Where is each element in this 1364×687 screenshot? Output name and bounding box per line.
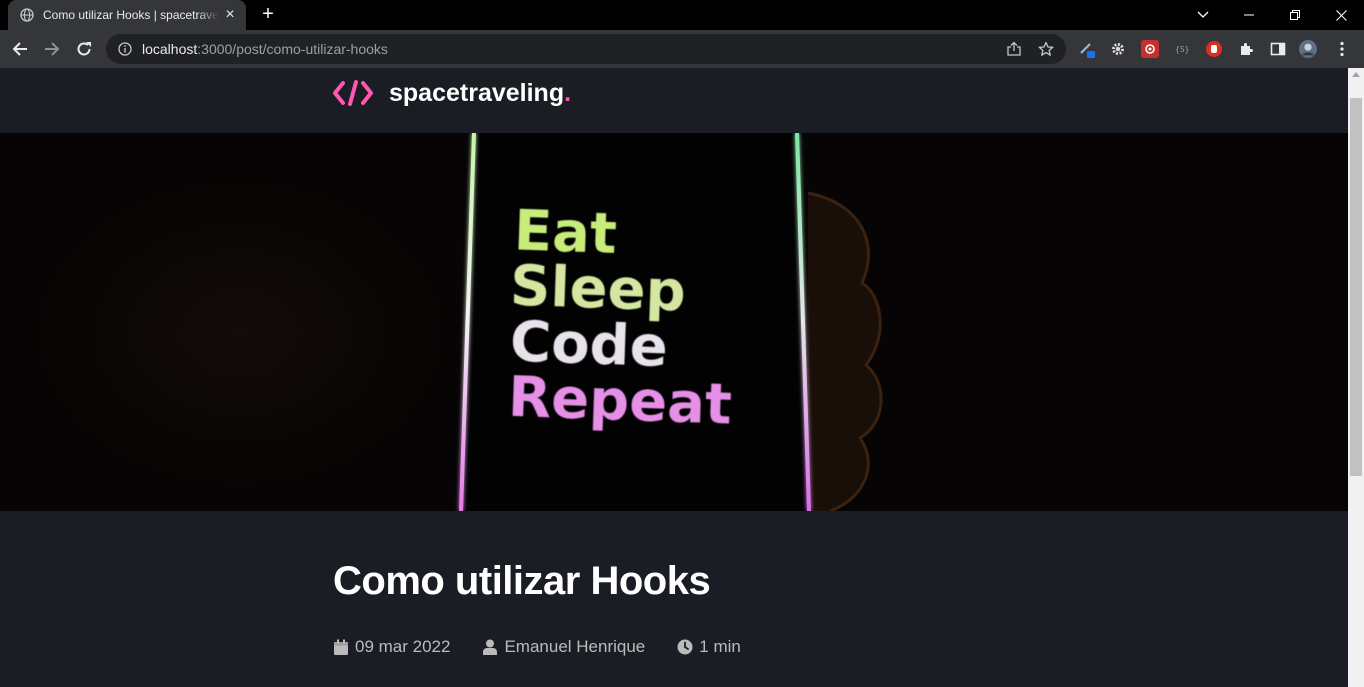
extension-gear-icon[interactable]: [1109, 40, 1127, 58]
post-date: 09 mar 2022: [333, 637, 450, 657]
url-host: localhost: [142, 41, 198, 57]
reload-icon[interactable]: [72, 37, 96, 61]
site-logo[interactable]: spacetraveling.: [333, 78, 572, 107]
extension-red-icon[interactable]: [1141, 40, 1159, 58]
forward-arrow-icon[interactable]: [40, 37, 64, 61]
post-content: Como utilizar Hooks 09 mar 2022 Emanuel …: [333, 557, 1033, 656]
restore-icon[interactable]: [1272, 0, 1318, 30]
minimize-icon[interactable]: [1226, 0, 1272, 30]
browser-toolbar: localhost:3000/post/como-utilizar-hooks …: [0, 30, 1364, 68]
calendar-icon: [333, 639, 349, 655]
post-banner-image: Eat Sleep Code Repeat: [0, 133, 1348, 511]
page-scrollbar[interactable]: [1348, 68, 1364, 687]
post-reading-time-text: 1 min: [699, 637, 741, 656]
phone-illustration: Eat Sleep Code Repeat: [459, 133, 883, 511]
post-title: Como utilizar Hooks: [333, 559, 711, 603]
tab-search-icon[interactable]: [1180, 0, 1226, 30]
svg-text:{S}: {S}: [1175, 45, 1189, 54]
url-path: :3000/post/como-utilizar-hooks: [197, 41, 388, 57]
logo-text: spacetraveling: [389, 78, 565, 107]
bookmark-star-icon[interactable]: [1038, 41, 1054, 57]
user-icon: [482, 639, 498, 655]
profile-avatar-icon[interactable]: [1299, 40, 1317, 58]
new-tab-button[interactable]: +: [258, 4, 278, 24]
scrollbar-thumb[interactable]: [1350, 98, 1362, 476]
share-icon[interactable]: [1006, 41, 1022, 57]
close-window-icon[interactable]: [1318, 0, 1364, 30]
post-meta: 09 mar 2022 Emanuel Henrique 1 min: [333, 637, 773, 657]
browser-menu-icon[interactable]: [1333, 40, 1351, 58]
site-header: spacetraveling.: [0, 68, 1348, 133]
site-info-icon[interactable]: [118, 42, 132, 56]
page-viewport: spacetraveling. Eat Sleep Code Repeat Co…: [0, 68, 1348, 687]
side-panel-icon[interactable]: [1269, 40, 1287, 58]
banner-text-line-4: Repeat: [507, 365, 733, 438]
logo-dot: .: [564, 78, 572, 107]
code-brackets-icon: [333, 80, 373, 106]
globe-icon: [20, 8, 34, 22]
browser-tab[interactable]: Como utilizar Hooks | spacetraveling ×: [8, 0, 246, 30]
post-author-text: Emanuel Henrique: [504, 637, 646, 656]
extension-json-icon[interactable]: {S}: [1173, 40, 1191, 58]
tab-title: Como utilizar Hooks | spacetraveling: [43, 8, 219, 22]
clock-icon: [677, 639, 693, 655]
scroll-up-arrow-icon[interactable]: [1352, 72, 1360, 77]
address-bar[interactable]: localhost:3000/post/como-utilizar-hooks: [106, 34, 1066, 64]
extension-stop-icon[interactable]: [1205, 40, 1223, 58]
back-arrow-icon[interactable]: [8, 37, 32, 61]
post-date-text: 09 mar 2022: [355, 637, 451, 656]
tab-close-icon[interactable]: ×: [222, 7, 238, 23]
extension-pen-icon[interactable]: [1078, 40, 1096, 58]
post-reading-time: 1 min: [677, 637, 741, 657]
extensions-puzzle-icon[interactable]: [1237, 40, 1255, 58]
browser-tabstrip: Como utilizar Hooks | spacetraveling × +: [0, 0, 1364, 30]
post-author: Emanuel Henrique: [482, 637, 645, 657]
